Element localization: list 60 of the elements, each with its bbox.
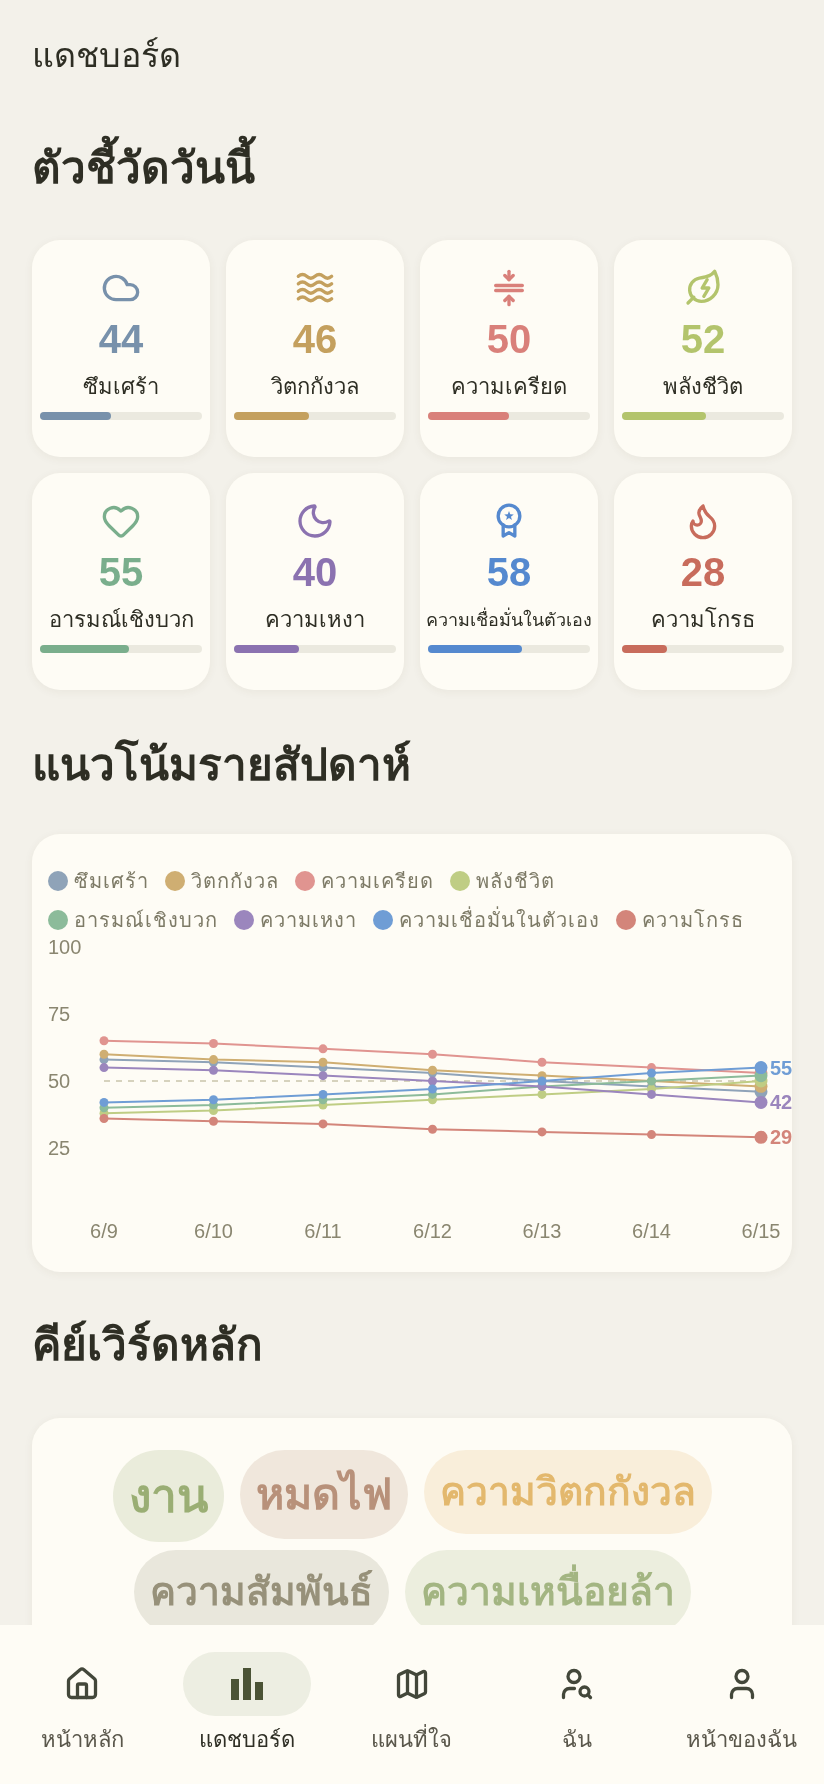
metric-label: วิตกกังวล [271,373,359,401]
x-axis-label: 6/14 [632,1220,671,1242]
metric-value: 46 [292,316,338,362]
data-point [428,1076,437,1086]
y-axis-label: 75 [48,1003,71,1025]
section-title: คีย์เวิร์ดหลัก [32,1319,263,1371]
data-point [318,1044,328,1054]
nav-item[interactable]: หน้าของฉัน [659,1625,824,1784]
data-point [428,1049,437,1059]
metric-label: อารมณ์เชิงบวก [48,606,194,634]
metric-label: ความเชื่อมั่นในตัวเอง [426,605,592,635]
value-label: 55 [770,1056,792,1079]
x-axis-label: 6/12 [413,1220,452,1242]
data-point [428,1124,437,1134]
legend-label: ซึมเศร้า [74,870,149,892]
metric-value: 58 [486,549,532,595]
legend-label: อารมณ์เชิงบวก [74,909,218,931]
nav-item[interactable]: แดชบอร์ด [164,1625,330,1784]
x-axis-label: 6/9 [90,1220,118,1242]
nav-item[interactable]: ฉัน [494,1625,660,1784]
legend-label: ความโกรธ [642,909,744,931]
metric-label: ความเหงา [265,606,365,634]
data-point [428,1084,437,1094]
x-axis-label: 6/13 [522,1220,562,1242]
y-axis-label: 50 [48,1070,71,1092]
bar-chart-icon [231,1668,264,1700]
data-point [428,1065,437,1075]
metric-label: ความเครียด [451,373,567,401]
x-axis-label: 6/11 [304,1220,342,1242]
legend-label: ความเครียด [321,870,434,892]
metric-value: 28 [680,549,726,595]
data-point [318,1071,328,1081]
metric-value: 44 [98,316,144,362]
y-axis-label: 100 [48,936,82,958]
nav-item[interactable]: แผนที่ใจ [329,1625,495,1784]
y-axis-label: 25 [48,1137,71,1159]
metric-value: 40 [292,549,338,595]
metric-value: 55 [98,549,144,595]
legend-label: ความเหงา [260,909,357,931]
section-title: แนวโน้มรายสัปดาห์ [32,738,411,791]
moon-icon [295,501,335,541]
legend-label: พลังชีวิต [476,870,555,892]
data-point [318,1057,328,1067]
x-axis-label: 6/10 [194,1220,233,1242]
value-label: 29 [770,1126,792,1149]
metric-value: 50 [486,316,532,362]
metric-label: ความโกรธ [651,606,755,634]
map-icon [394,1666,430,1702]
x-axis-label: 6/15 [741,1220,781,1242]
leaf-bolt-icon [683,268,723,308]
legend-label: วิตกกังวล [191,870,279,892]
value-label: 42 [770,1091,792,1114]
nav-item[interactable]: หน้าหลัก [0,1625,165,1784]
metric-value: 52 [680,316,726,362]
metric-label: พลังชีวิต [663,373,743,401]
data-point [318,1089,328,1099]
data-point [647,1089,656,1099]
page-title: แดชบอร์ด [32,35,181,76]
data-point [537,1057,547,1067]
metric-label: ซึมเศร้า [83,373,159,401]
